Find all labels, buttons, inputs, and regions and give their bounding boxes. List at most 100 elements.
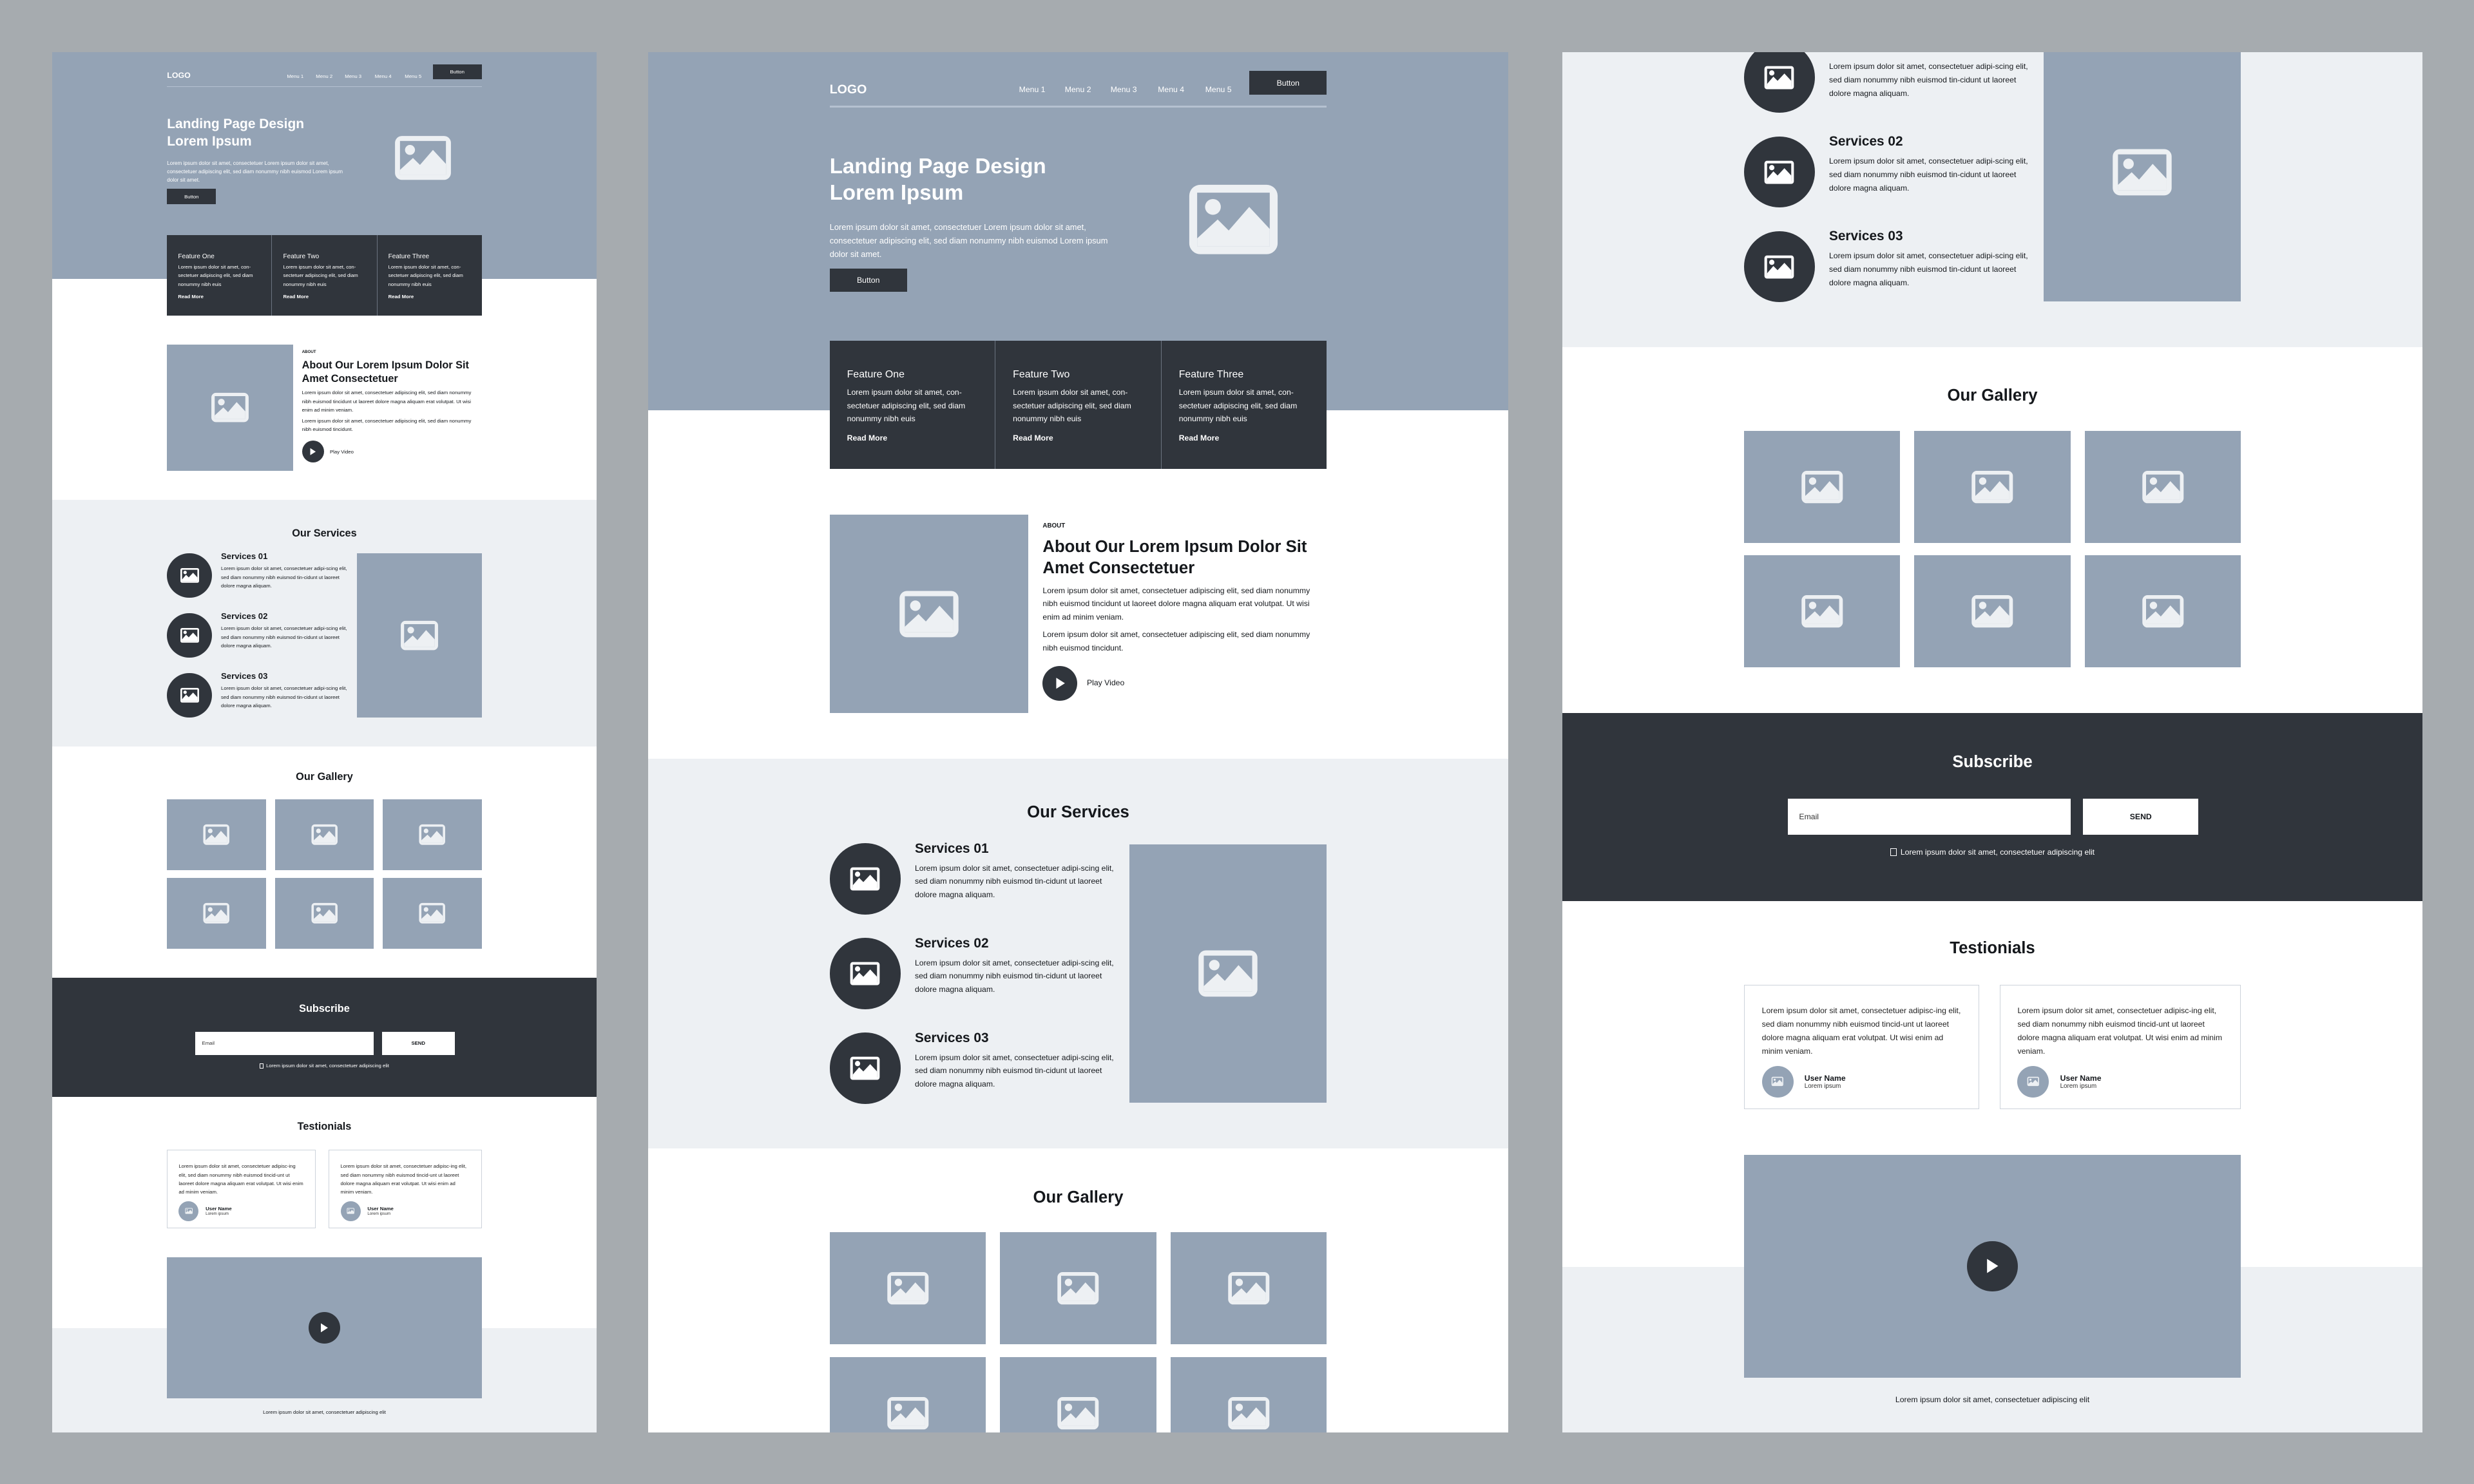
service-text: Lorem ipsum dolor sit amet, consectetuer… xyxy=(1828,157,2028,193)
image-icon xyxy=(180,567,200,584)
gallery-heading: Our Gallery xyxy=(1033,1188,1124,1206)
nav-menu-5[interactable]: Menu 5 xyxy=(405,73,421,79)
nav-menu-2[interactable]: Menu 2 xyxy=(1065,85,1091,94)
landing-page: LOGO Menu 1 Menu 2 Menu 3 Menu 4 Menu 5 … xyxy=(52,52,597,1432)
hero-text: Lorem ipsum dolor sit amet, consectetuer… xyxy=(829,222,1108,259)
consent-row: Lorem ipsum dolor sit amet, consectetuer… xyxy=(1562,848,2422,857)
email-input[interactable]: Email xyxy=(1788,798,2071,835)
features-bar: Feature One Lorem ipsum dolor sit amet, c… xyxy=(829,341,1327,469)
send-button[interactable]: SEND xyxy=(381,1031,455,1055)
video-player[interactable] xyxy=(167,1257,482,1398)
feature-text: Lorem ipsum dolor sit amet, con-sectetue… xyxy=(388,264,463,287)
hero-button[interactable]: Button xyxy=(829,268,907,292)
avatar xyxy=(2017,1065,2049,1098)
image-icon xyxy=(418,902,446,925)
image-icon xyxy=(202,902,230,925)
gallery-item[interactable] xyxy=(1743,555,1901,668)
gallery-item[interactable] xyxy=(383,799,482,870)
nav-menu-3[interactable]: Menu 3 xyxy=(1111,85,1137,94)
nav-menu-3[interactable]: Menu 3 xyxy=(345,73,361,79)
play-icon xyxy=(1987,1259,1999,1273)
services-heading: Our Services xyxy=(292,527,357,539)
gallery-item[interactable] xyxy=(1000,1356,1156,1432)
hero-image-icon xyxy=(393,134,453,182)
gallery-item[interactable] xyxy=(1743,430,1901,543)
read-more-link[interactable]: Read More xyxy=(1013,433,1053,442)
read-more-link[interactable]: Read More xyxy=(178,294,204,300)
testimonial-card: Lorem ipsum dolor sit amet, consectetuer… xyxy=(329,1149,482,1229)
image-icon xyxy=(849,1056,881,1081)
image-icon xyxy=(180,627,200,643)
gallery-item[interactable] xyxy=(1914,555,2071,668)
image-icon xyxy=(202,823,230,846)
gallery-item[interactable] xyxy=(2084,430,2241,543)
send-button[interactable]: SEND xyxy=(2083,798,2199,835)
image-icon xyxy=(1970,469,2015,505)
gallery-item[interactable] xyxy=(1914,430,2071,543)
gallery-item[interactable] xyxy=(383,878,482,949)
image-icon xyxy=(1196,947,1260,1000)
hero-title-line1: Landing Page Design xyxy=(829,154,1046,178)
read-more-link[interactable]: Read More xyxy=(283,294,309,300)
image-icon xyxy=(1056,1395,1100,1431)
consent-checkbox[interactable] xyxy=(1890,848,1897,857)
avatar xyxy=(340,1201,361,1221)
gallery-item[interactable] xyxy=(829,1232,986,1345)
play-video-label[interactable]: Play Video xyxy=(1087,678,1124,687)
footer-text: Lorem ipsum dolor sit amet, consectetuer… xyxy=(263,1409,386,1415)
gallery-item[interactable] xyxy=(1170,1232,1327,1345)
service-icon xyxy=(1743,137,1815,208)
image-icon xyxy=(185,1208,193,1214)
service-text: Lorem ipsum dolor sit amet, consectetuer… xyxy=(1828,62,2028,98)
gallery-item[interactable] xyxy=(274,878,374,949)
play-video-label[interactable]: Play Video xyxy=(330,449,354,455)
nav-menu-2[interactable]: Menu 2 xyxy=(316,73,332,79)
video-player[interactable] xyxy=(1743,1155,2241,1378)
image-icon xyxy=(2141,469,2185,505)
gallery-item[interactable] xyxy=(274,799,374,870)
gallery-item[interactable] xyxy=(2084,555,2241,668)
hero-button[interactable]: Button xyxy=(167,189,216,204)
user-role: Lorem ipsum xyxy=(2060,1082,2097,1090)
consent-label: Lorem ipsum dolor sit amet, consectetuer… xyxy=(1900,847,2095,857)
service-text: Lorem ipsum dolor sit amet, consectetuer… xyxy=(221,625,347,649)
nav-menu-4[interactable]: Menu 4 xyxy=(375,73,392,79)
gallery-item[interactable] xyxy=(167,878,266,949)
testimonial-text: Lorem ipsum dolor sit amet, consectetuer… xyxy=(340,1163,467,1195)
gallery-heading: Our Gallery xyxy=(296,771,353,783)
read-more-link[interactable]: Read More xyxy=(1179,433,1220,442)
consent-checkbox[interactable] xyxy=(260,1063,264,1069)
video-play-button[interactable] xyxy=(1967,1241,2018,1292)
testimonial-card: Lorem ipsum dolor sit amet, consectetuer… xyxy=(1743,984,1979,1110)
hero-title-line2: Lorem Ipsum xyxy=(167,133,252,149)
video-play-button[interactable] xyxy=(308,1311,341,1344)
nav-button[interactable]: Button xyxy=(432,64,482,79)
gallery-item[interactable] xyxy=(829,1356,986,1432)
nav-menu-1[interactable]: Menu 1 xyxy=(1019,85,1046,94)
service-title: Services 01 xyxy=(914,841,989,856)
feature-title: Feature Two xyxy=(1013,369,1070,381)
nav-menu-1[interactable]: Menu 1 xyxy=(287,73,303,79)
nav-button[interactable]: Button xyxy=(1249,71,1327,95)
service-title: Services 03 xyxy=(221,671,268,681)
play-video-button[interactable] xyxy=(1042,665,1078,701)
nav-menu-5[interactable]: Menu 5 xyxy=(1205,85,1232,94)
image-icon xyxy=(180,687,200,703)
service-text: Lorem ipsum dolor sit amet, consectetuer… xyxy=(914,1052,1114,1089)
gallery-item[interactable] xyxy=(167,799,266,870)
service-title: Services 03 xyxy=(1828,229,1903,244)
email-input[interactable]: Email xyxy=(195,1031,374,1055)
image-icon xyxy=(897,588,961,640)
gallery-item[interactable] xyxy=(1000,1232,1156,1345)
read-more-link[interactable]: Read More xyxy=(847,433,888,442)
play-video-button[interactable] xyxy=(302,441,324,463)
read-more-link[interactable]: Read More xyxy=(388,294,414,300)
nav-menu-4[interactable]: Menu 4 xyxy=(1158,85,1184,94)
image-icon xyxy=(1227,1395,1271,1431)
gallery-item[interactable] xyxy=(1170,1356,1327,1432)
service-text: Lorem ipsum dolor sit amet, consectetuer… xyxy=(914,863,1114,900)
play-icon xyxy=(1056,678,1065,689)
service-title: Services 03 xyxy=(914,1030,989,1045)
logo[interactable]: LOGO xyxy=(830,82,867,97)
logo[interactable]: LOGO xyxy=(167,71,190,80)
